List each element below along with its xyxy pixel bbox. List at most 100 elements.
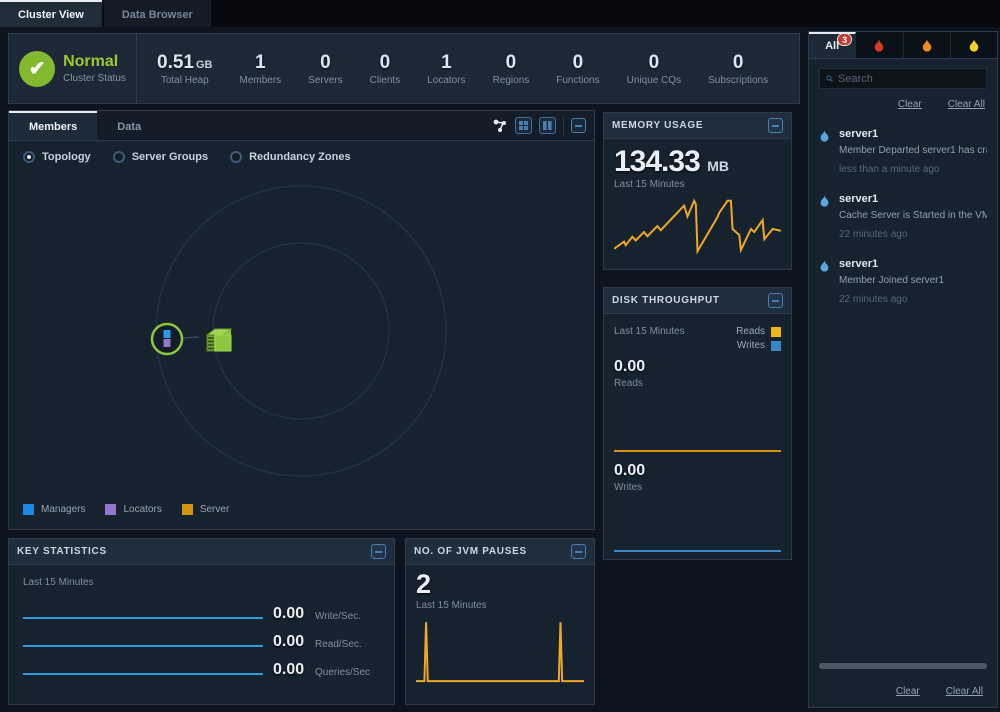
members-collapse-button[interactable] bbox=[571, 118, 586, 133]
clear-link-top[interactable]: Clear bbox=[898, 99, 922, 110]
member-node-locator-manager[interactable] bbox=[152, 324, 182, 354]
tab-cluster-view[interactable]: Cluster View bbox=[0, 0, 102, 27]
cluster-status: ✔ Normal Cluster Status bbox=[9, 34, 137, 103]
tab-severe-alerts[interactable] bbox=[856, 32, 903, 58]
keystats-window-label: Last 15 Minutes bbox=[23, 577, 94, 588]
disk-collapse-button[interactable] bbox=[768, 293, 783, 308]
warning-flame-icon bbox=[968, 39, 980, 53]
notification-item-1[interactable]: server1 Member Departed server1 has cras… bbox=[809, 120, 997, 185]
legend-reads: Reads bbox=[736, 326, 781, 337]
stat-subscriptions: 0 Subscriptions bbox=[708, 52, 768, 86]
toolbar-divider bbox=[563, 117, 564, 135]
notification-flame-icon bbox=[819, 195, 830, 208]
search-box bbox=[819, 68, 987, 89]
read-sec-chart-line bbox=[23, 645, 263, 647]
memory-value: 134.33 bbox=[614, 145, 700, 178]
stat-servers: 0 Servers bbox=[308, 52, 342, 86]
memory-collapse-button[interactable] bbox=[768, 118, 783, 133]
server-swatch bbox=[182, 504, 193, 515]
disk-legend: Reads Writes bbox=[736, 326, 781, 354]
stat-members: 1 Members bbox=[239, 52, 281, 86]
tab-warning-alerts[interactable] bbox=[951, 32, 997, 58]
members-panel: Members Data bbox=[8, 110, 595, 530]
topology-view-options: Topology Server Groups Redundancy Zones bbox=[23, 151, 351, 163]
disk-writes-value: 0.00 bbox=[614, 462, 645, 480]
top-tab-bar: Cluster View Data Browser bbox=[0, 0, 1000, 27]
notification-search-row bbox=[809, 59, 997, 93]
members-tab-bar: Members Data bbox=[8, 110, 595, 140]
notifications-panel: All3 Clear Clear All bbox=[808, 31, 998, 708]
key-statistics-header: KEY STATISTICS bbox=[9, 539, 394, 565]
error-flame-icon bbox=[921, 39, 933, 53]
cluster-status-value: Normal bbox=[63, 53, 126, 71]
keystats-collapse-button[interactable] bbox=[371, 544, 386, 559]
cluster-status-label: Cluster Status bbox=[63, 73, 126, 84]
locators-swatch bbox=[105, 504, 116, 515]
cluster-stats: 0.51GB Total Heap 1 Members 0 Servers 0 … bbox=[137, 34, 799, 103]
stat-clients: 0 Clients bbox=[370, 52, 401, 86]
disk-reads-label: Reads bbox=[614, 378, 643, 389]
radio-redundancy-zones-control[interactable] bbox=[230, 151, 242, 163]
disk-reads-chart-line bbox=[614, 450, 781, 452]
disk-throughput-header: DISK THROUGHPUT bbox=[604, 288, 791, 314]
stat-regions: 0 Regions bbox=[493, 52, 530, 86]
jvm-collapse-button[interactable] bbox=[571, 544, 586, 559]
legend-writes: Writes bbox=[736, 340, 781, 351]
writes-swatch bbox=[771, 341, 781, 351]
disk-throughput-panel: DISK THROUGHPUT Last 15 Minutes Reads Wr… bbox=[603, 287, 792, 560]
column-view-icon[interactable] bbox=[539, 117, 556, 134]
clear-link-bottom[interactable]: Clear bbox=[896, 686, 920, 697]
memory-usage-header: MEMORY USAGE bbox=[604, 113, 791, 139]
radio-topology[interactable]: Topology bbox=[23, 151, 91, 163]
jvm-pauses-chart bbox=[416, 619, 584, 683]
notification-clear-row-top: Clear Clear All bbox=[809, 93, 997, 114]
tab-error-alerts[interactable] bbox=[904, 32, 951, 58]
jvm-pauses-header: NO. OF JVM PAUSES bbox=[406, 539, 594, 565]
search-icon bbox=[826, 73, 833, 84]
clear-all-link-top[interactable]: Clear All bbox=[948, 99, 985, 110]
search-input[interactable] bbox=[838, 73, 980, 85]
radio-server-groups[interactable]: Server Groups bbox=[113, 151, 208, 163]
jvm-pauses-value: 2 bbox=[416, 569, 584, 600]
disk-writes-chart-line bbox=[614, 550, 781, 552]
disk-reads-value: 0.00 bbox=[614, 358, 645, 376]
topology-legend: Managers Locators Server bbox=[23, 504, 229, 515]
notification-item-2[interactable]: server1 Cache Server is Started in the V… bbox=[809, 185, 997, 250]
notification-item-3[interactable]: server1 Member Joined server1 22 minutes… bbox=[809, 250, 997, 315]
disk-window-label: Last 15 Minutes bbox=[614, 326, 685, 354]
tab-members[interactable]: Members bbox=[9, 111, 97, 140]
reads-swatch bbox=[771, 327, 781, 337]
disk-writes-label: Writes bbox=[614, 482, 642, 493]
jvm-pauses-panel: NO. OF JVM PAUSES 2 Last 15 Minutes bbox=[405, 538, 595, 705]
tab-data[interactable]: Data bbox=[97, 111, 161, 140]
status-check-icon: ✔ bbox=[19, 51, 55, 87]
topology-graph bbox=[9, 141, 594, 529]
topology-edge bbox=[182, 337, 199, 338]
stat-unique-cqs: 0 Unique CQs bbox=[627, 52, 681, 86]
radio-redundancy-zones[interactable]: Redundancy Zones bbox=[230, 151, 350, 163]
topology-inner-ring bbox=[213, 243, 389, 419]
topology-view-icon[interactable] bbox=[492, 118, 508, 134]
severe-flame-icon bbox=[873, 39, 885, 53]
stat-functions: 0 Functions bbox=[556, 52, 599, 86]
queries-sec-chart-line bbox=[23, 673, 263, 675]
legend-managers: Managers bbox=[23, 504, 85, 515]
cluster-header: ✔ Normal Cluster Status 0.51GB Total Hea… bbox=[8, 33, 800, 104]
legend-server: Server bbox=[182, 504, 229, 515]
member-node-server[interactable] bbox=[207, 329, 231, 351]
topology-canvas: Topology Server Groups Redundancy Zones … bbox=[8, 140, 595, 530]
grid-view-icon[interactable] bbox=[515, 117, 532, 134]
pulse-dashboard: { "top_tabs": { "cluster_view": "Cluster… bbox=[0, 0, 1000, 712]
memory-usage-chart bbox=[614, 196, 781, 256]
radio-server-groups-control[interactable] bbox=[113, 151, 125, 163]
memory-unit: MB bbox=[707, 158, 729, 174]
notification-count-badge: 3 bbox=[837, 33, 852, 46]
managers-swatch bbox=[23, 504, 34, 515]
notification-scrollbar[interactable] bbox=[819, 663, 987, 669]
tab-all-notifications[interactable]: All3 bbox=[809, 32, 856, 58]
radio-topology-control[interactable] bbox=[23, 151, 35, 163]
key-statistics-panel: KEY STATISTICS Last 15 Minutes 0.00 Writ… bbox=[8, 538, 395, 705]
keystats-row-write: 0.00 Write/Sec. bbox=[23, 605, 384, 625]
clear-all-link-bottom[interactable]: Clear All bbox=[946, 686, 983, 697]
tab-data-browser[interactable]: Data Browser bbox=[104, 0, 211, 27]
